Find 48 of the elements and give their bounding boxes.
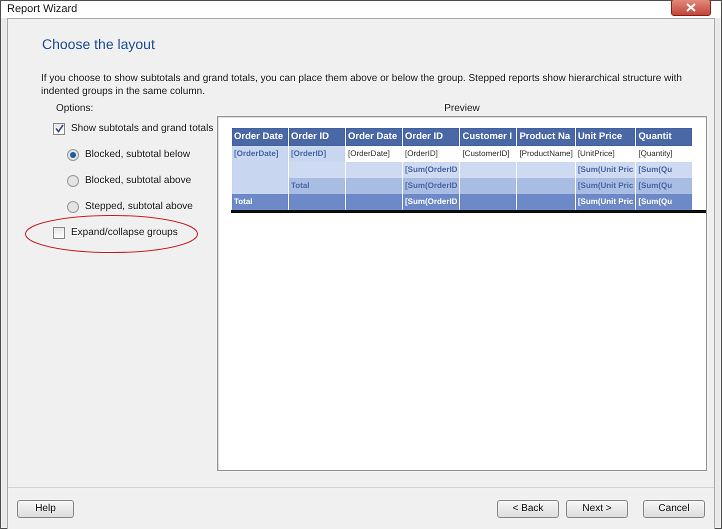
checkbox-label: Expand/collapse groups: [71, 226, 178, 240]
column-header: Order ID: [402, 128, 460, 146]
column-header: Customer I: [460, 128, 517, 146]
table-cell: [Sum(Unit Pric: [575, 194, 636, 210]
radio-label: Blocked, subtotal below: [85, 148, 190, 162]
column-header: Order Date: [232, 128, 288, 146]
table-cell: [Sum(OrderID: [402, 178, 460, 194]
table-cell: [UnitPrice]: [575, 146, 636, 162]
table-cell: [CustomerID]: [460, 146, 517, 162]
column-header: Order Date: [346, 128, 402, 146]
radio-label: Stepped, subtotal above: [85, 200, 193, 214]
table-cell: [OrderID]: [402, 146, 460, 162]
options-label: Options:: [56, 102, 94, 116]
window-title: Report Wizard: [7, 2, 78, 17]
table-cell: Total: [232, 194, 288, 210]
table-cell: [Sum(Qu: [636, 178, 693, 194]
table-cell: [OrderDate]: [232, 146, 288, 162]
close-button[interactable]: [671, 0, 711, 16]
checkbox-label: Show subtotals and grand totals: [71, 122, 214, 136]
table-cell: [OrderDate]: [346, 146, 402, 162]
dialog-button[interactable]: Help: [17, 500, 74, 518]
description-text: If you choose to show subtotals and grand totals, you can place them above or below the group. Stepped reports show hierarchical structure with indented groups in the same column.: [41, 72, 683, 98]
table-cell: [Sum(OrderID: [402, 162, 460, 178]
column-header: Quantit: [636, 128, 693, 146]
column-header: Product Na: [516, 128, 576, 146]
table-cell: [Sum(Qu: [636, 194, 693, 210]
table-cell: Total: [288, 178, 346, 194]
table-cell: [Quantity]: [636, 146, 693, 162]
table-cell: [OrderID]: [288, 146, 346, 162]
preview-label: Preview: [443, 102, 481, 116]
dialog-button[interactable]: Next >: [566, 500, 628, 518]
close-icon: [686, 2, 696, 12]
column-header: Order ID: [288, 128, 346, 146]
table-cell: [Sum(Unit Pric: [575, 162, 636, 178]
table-cell: [ProductName]: [516, 146, 576, 162]
table-cell: [Sum(Unit Pric: [575, 178, 636, 194]
checkbox[interactable]: [53, 226, 65, 238]
radio-button[interactable]: [67, 200, 79, 212]
dialog-button[interactable]: Cancel: [643, 500, 705, 518]
page-heading: Choose the layout: [42, 34, 156, 54]
column-header: Unit Price: [575, 128, 636, 146]
radio-label: Blocked, subtotal above: [85, 174, 192, 188]
radio-button[interactable]: [67, 148, 79, 160]
dialog-button[interactable]: < Back: [497, 500, 559, 518]
table-cell: [Sum(Qu: [636, 162, 693, 178]
table-cell: [Sum(OrderID: [402, 194, 460, 210]
radio-button[interactable]: [67, 174, 79, 186]
checkbox[interactable]: [53, 122, 65, 134]
